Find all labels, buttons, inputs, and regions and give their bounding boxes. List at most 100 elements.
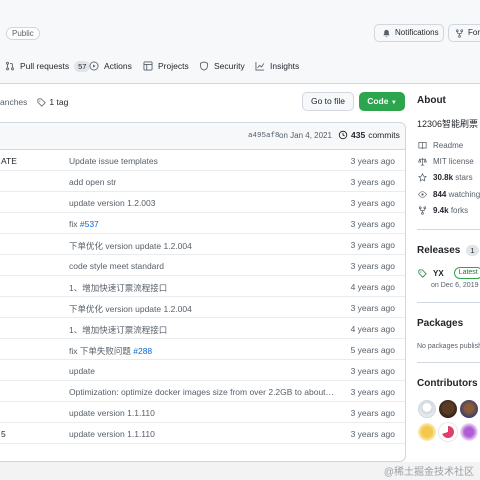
commit-message[interactable]: 1、增加快速订票流程接口 <box>69 282 167 294</box>
file-row[interactable]: 1、增加快速订票流程接口 4 years ago <box>0 318 405 339</box>
file-row[interactable]: ATE Update issue templates 3 years ago <box>0 150 405 171</box>
code-label: Code <box>367 96 389 106</box>
tags-link[interactable]: 1 tag <box>37 97 68 107</box>
file-row[interactable]: update version 1.1.110 3 years ago <box>0 402 405 423</box>
tag-icon <box>37 97 47 107</box>
commit-message-text: update version 1.1.110 <box>69 408 155 418</box>
branches-link[interactable]: anches <box>0 97 27 107</box>
commits-link[interactable]: 435 commits <box>338 130 400 140</box>
graph-icon <box>255 61 265 71</box>
file-name[interactable]: ATE <box>1 156 17 166</box>
watchers-link[interactable]: 844 watching <box>418 188 480 200</box>
releases-title[interactable]: Releases 1 <box>417 245 479 256</box>
file-row[interactable]: fix #537 3 years ago <box>0 213 405 234</box>
issue-link[interactable]: #288 <box>133 346 152 356</box>
file-row[interactable]: 5 update version 1.1.110 3 years ago <box>0 423 405 444</box>
commit-message-text: fix 下单失败问题 <box>69 346 134 356</box>
packages-title[interactable]: Packages <box>417 318 463 329</box>
commit-hash[interactable]: a495af8 <box>248 132 280 140</box>
commit-age: 4 years ago <box>350 324 395 334</box>
fork-label: Fork <box>468 28 480 37</box>
avatar[interactable] <box>439 400 457 418</box>
tab-actions[interactable]: Actions <box>89 56 132 76</box>
commit-message[interactable]: 1、增加快速订票流程接口 <box>69 324 167 336</box>
file-row[interactable]: 下单优化 version update 1.2.004 3 years ago <box>0 234 405 255</box>
commit-age: 3 years ago <box>350 387 395 397</box>
releases-label: Releases <box>417 245 461 256</box>
contributor-avatars-row-2 <box>418 423 480 441</box>
commit-message-text: update <box>69 366 95 376</box>
file-row[interactable]: add open str 3 years ago <box>0 171 405 192</box>
file-name[interactable]: 5 <box>1 429 6 439</box>
commit-message[interactable]: Optimization: optimize docker images siz… <box>69 387 335 397</box>
file-row[interactable] <box>0 444 405 461</box>
sidebar-divider <box>417 302 480 303</box>
packages-empty-text: No packages published <box>417 342 480 350</box>
file-row[interactable]: 1、增加快速订票流程接口 4 years ago <box>0 276 405 297</box>
issue-link[interactable]: #537 <box>80 219 99 229</box>
play-icon <box>89 61 99 71</box>
shield-icon <box>200 61 208 71</box>
tab-insights[interactable]: Insights <box>255 56 299 76</box>
license-link[interactable]: MIT license <box>418 155 474 167</box>
stars-link[interactable]: 30.8k stars <box>418 171 473 183</box>
avatar[interactable] <box>439 423 457 441</box>
commit-message[interactable]: fix #537 <box>69 219 99 229</box>
watermark: @稀土掘金技术社区 <box>383 467 474 478</box>
table-icon <box>143 61 153 71</box>
commit-message[interactable]: add open str <box>69 177 116 187</box>
file-row[interactable]: Optimization: optimize docker images siz… <box>0 381 405 402</box>
go-to-file-button[interactable]: Go to file <box>302 92 354 111</box>
notifications-button[interactable]: Notifications <box>374 24 444 42</box>
commit-date: on Jan 4, 2021 <box>279 131 332 140</box>
commit-message[interactable]: 下单优化 version update 1.2.004 <box>69 303 192 315</box>
commit-message[interactable]: fix 下单失败问题 #288 <box>69 345 152 357</box>
avatar[interactable] <box>460 423 478 441</box>
readme-label: Readme <box>433 140 464 150</box>
tab-pull-requests[interactable]: Pull requests 57 <box>0 56 91 76</box>
commit-age: 5 years ago <box>350 345 395 355</box>
commit-age: 3 years ago <box>350 303 395 313</box>
release-item[interactable]: YX Latest <box>418 267 480 279</box>
code-button[interactable]: Code ▼ <box>359 92 405 111</box>
eye-icon <box>418 190 427 198</box>
commit-message[interactable]: update version 1.1.110 <box>69 408 155 418</box>
chevron-down-icon: ▼ <box>390 100 397 106</box>
file-row[interactable]: update 3 years ago <box>0 360 405 381</box>
avatar[interactable] <box>418 423 436 441</box>
file-row[interactable]: 下单优化 version update 1.2.004 3 years ago <box>0 297 405 318</box>
commit-age: 3 years ago <box>350 261 395 271</box>
watching-label: watching <box>448 189 480 199</box>
commit-message[interactable]: 下单优化 version update 1.2.004 <box>69 240 192 252</box>
repo-description: 12306智能刷票 <box>417 119 479 129</box>
commit-message[interactable]: code style meet standard <box>69 261 164 271</box>
tab-label: Projects <box>158 61 189 71</box>
tab-label: Security <box>214 61 245 71</box>
commit-message[interactable]: Update issue templates <box>69 156 158 166</box>
readme-link[interactable]: Readme <box>418 139 463 151</box>
commit-age: 3 years ago <box>350 429 395 439</box>
commit-message[interactable]: update version 1.1.110 <box>69 429 155 439</box>
contributors-title[interactable]: Contributors2 <box>417 378 480 389</box>
file-row[interactable]: code style meet standard 3 years ago <box>0 255 405 276</box>
tags-label: 1 tag <box>49 97 69 107</box>
commit-age: 3 years ago <box>350 156 395 166</box>
file-list: a495af8 on Jan 4, 2021 435 commits ATE Up… <box>0 122 406 462</box>
fork-button[interactable]: Fork <box>448 24 480 42</box>
tab-security[interactable]: Security <box>199 56 245 76</box>
contributors-label: Contributors <box>417 378 478 389</box>
file-row[interactable]: fix 下单失败问题 #288 5 years ago <box>0 339 405 360</box>
file-row[interactable]: update version 1.2.003 3 years ago <box>0 192 405 213</box>
release-date: on Dec 6, 2019 <box>431 281 479 289</box>
commit-message[interactable]: update <box>69 366 95 376</box>
commit-message[interactable]: update version 1.2.003 <box>69 198 155 208</box>
avatar[interactable] <box>418 400 436 418</box>
release-name: YX <box>433 268 444 278</box>
forks-link[interactable]: 9.4k forks <box>418 204 468 216</box>
repo-header: Public Notifications Fork Pull requests … <box>0 0 480 84</box>
sidebar-divider <box>417 229 480 230</box>
tab-projects[interactable]: Projects <box>143 56 189 76</box>
avatar[interactable] <box>460 400 478 418</box>
commit-age: 4 years ago <box>350 282 395 292</box>
bell-icon <box>383 29 390 37</box>
